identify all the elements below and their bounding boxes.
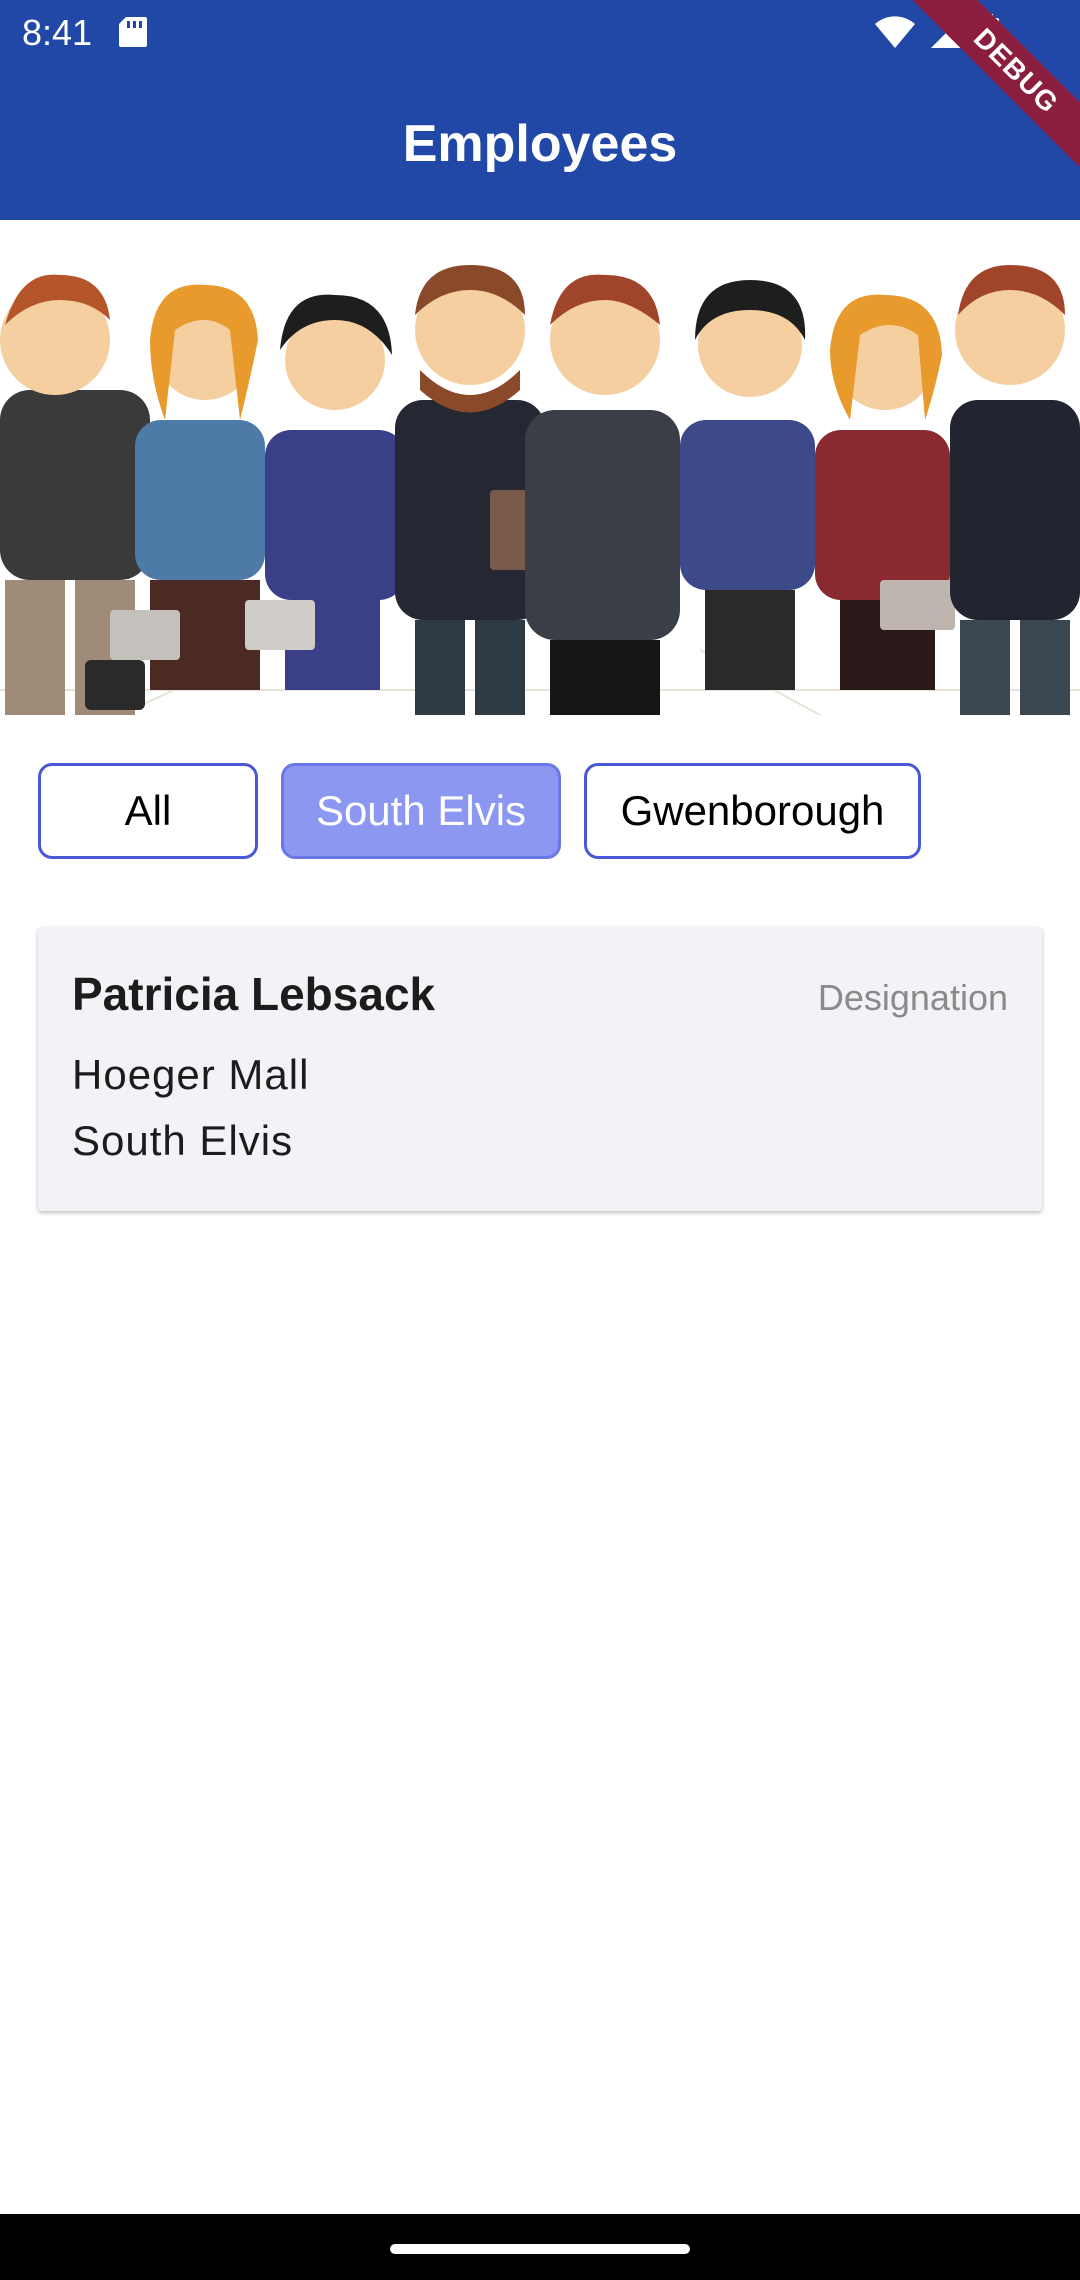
location-filter-chips: All South Elvis Gwenborough xyxy=(38,763,921,859)
employee-card[interactable]: Patricia Lebsack Designation Hoeger Mall… xyxy=(38,927,1042,1211)
filter-chip-gwenborough[interactable]: Gwenborough xyxy=(584,763,921,859)
system-icons xyxy=(874,14,1000,50)
filter-chip-all[interactable]: All xyxy=(38,763,258,859)
employee-city: South Elvis xyxy=(72,1117,294,1164)
filter-chip-label: All xyxy=(124,787,172,834)
hero-illustration xyxy=(0,220,1080,715)
employee-street: Hoeger Mall xyxy=(72,1051,310,1098)
employee-designation: Designation xyxy=(817,977,1008,1018)
app-bar: Employees xyxy=(0,64,1080,220)
wifi-icon xyxy=(875,16,915,48)
filter-chip-label: South Elvis xyxy=(315,787,527,834)
status-time: 8:41 xyxy=(22,12,93,53)
home-gesture-handle[interactable] xyxy=(390,2244,690,2254)
battery-icon xyxy=(979,14,999,49)
status-bar: 8:41 xyxy=(0,0,1080,64)
system-navigation-bar xyxy=(0,2214,1080,2280)
employees-group-illustration xyxy=(0,265,1080,715)
sd-card-icon xyxy=(119,17,147,47)
signal-icon xyxy=(931,16,963,48)
page-title: Employees xyxy=(402,115,678,173)
filter-chip-south-elvis[interactable]: South Elvis xyxy=(281,763,561,859)
filter-chip-label: Gwenborough xyxy=(620,787,885,834)
employee-name: Patricia Lebsack xyxy=(72,968,436,1020)
